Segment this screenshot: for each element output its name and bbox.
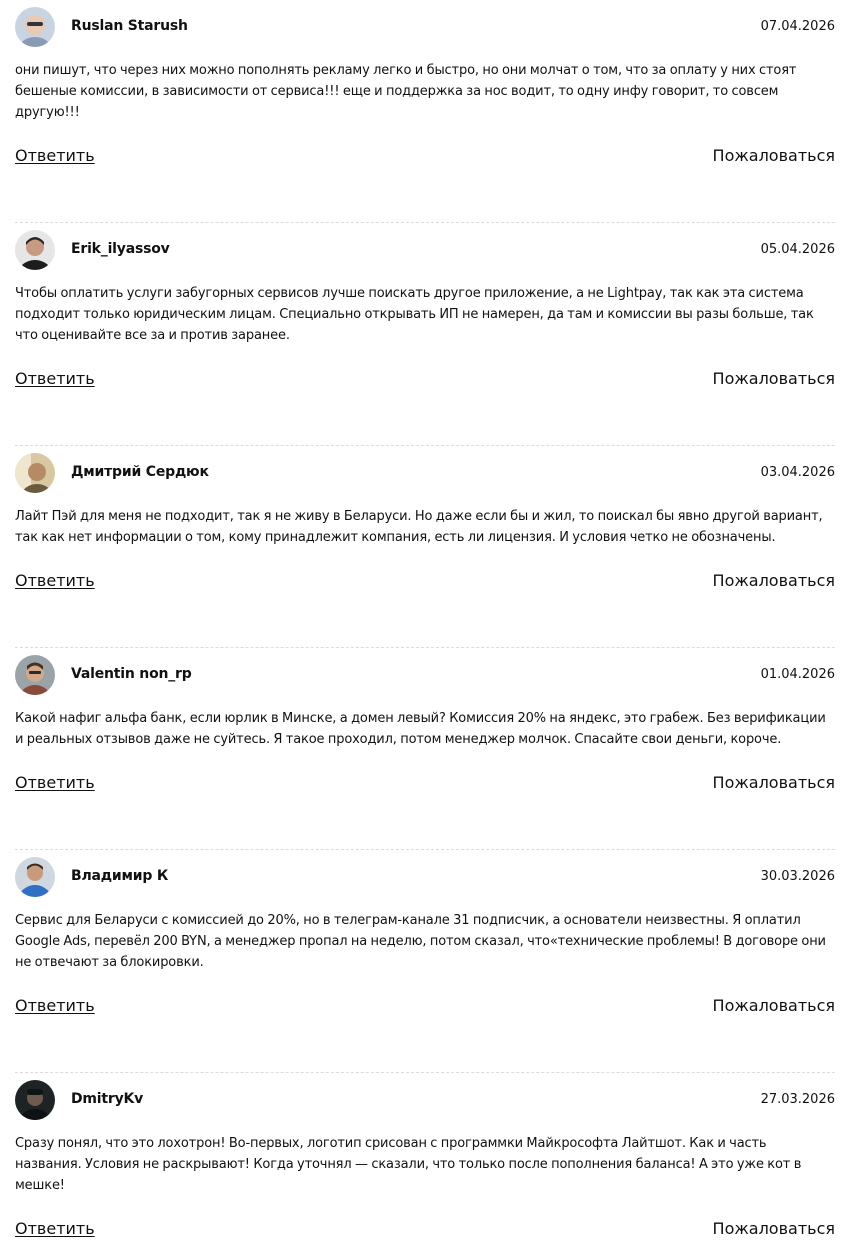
comment-date: 07.04.2026 xyxy=(760,19,835,34)
comment-actions: Ответить Пожаловаться xyxy=(15,1196,835,1258)
comment-actions: Ответить Пожаловаться xyxy=(15,123,835,185)
comment-date: 05.04.2026 xyxy=(760,242,835,257)
avatar[interactable] xyxy=(15,1080,55,1120)
avatar-photo-icon xyxy=(15,1080,55,1120)
comment-header: DmitryKv 27.03.2026 xyxy=(15,1073,835,1130)
complain-link[interactable]: Пожаловаться xyxy=(713,1219,835,1238)
comment-header: Valentin non_rp 01.04.2026 xyxy=(15,648,835,705)
avatar[interactable] xyxy=(15,7,55,47)
avatar-photo-icon xyxy=(15,857,55,897)
comment-item: Valentin non_rp 01.04.2026 Какой нафиг а… xyxy=(15,648,835,850)
comment-header: Erik_ilyassov 05.04.2026 xyxy=(15,223,835,280)
comment-spacer xyxy=(15,610,835,647)
comment-header: Дмитрий Сердюк 03.04.2026 xyxy=(15,446,835,503)
comment-author[interactable]: Дмитрий Сердюк xyxy=(71,464,209,480)
comment-actions: Ответить Пожаловаться xyxy=(15,346,835,408)
avatar-photo-icon xyxy=(15,230,55,270)
comment-text: Какой нафиг альфа банк, если юрлик в Мин… xyxy=(15,711,826,747)
comment-spacer xyxy=(15,408,835,445)
comment-date: 01.04.2026 xyxy=(760,667,835,682)
reply-link[interactable]: Ответить xyxy=(15,146,95,165)
comment-author[interactable]: Valentin non_rp xyxy=(71,666,192,682)
complain-link[interactable]: Пожаловаться xyxy=(713,773,835,792)
comment-header: Владимир К 30.03.2026 xyxy=(15,850,835,907)
comment-author[interactable]: Erik_ilyassov xyxy=(71,241,170,257)
avatar[interactable] xyxy=(15,453,55,493)
comment-spacer xyxy=(15,185,835,222)
comment-actions: Ответить Пожаловаться xyxy=(15,973,835,1035)
reply-link[interactable]: Ответить xyxy=(15,1219,95,1238)
comment-item: Владимир К 30.03.2026 Сервис для Беларус… xyxy=(15,850,835,1073)
comment-text: они пишут, что через них можно пополнять… xyxy=(15,63,797,120)
comment-header: Ruslan Starush 07.04.2026 xyxy=(15,0,835,57)
comment-item: Дмитрий Сердюк 03.04.2026 Лайт Пэй для м… xyxy=(15,446,835,648)
avatar-photo-icon xyxy=(15,453,55,493)
comment-spacer xyxy=(15,1035,835,1072)
reply-link[interactable]: Ответить xyxy=(15,996,95,1015)
reply-link[interactable]: Ответить xyxy=(15,773,95,792)
comment-text: Сразу понял, что это лохотрон! Во-первых… xyxy=(15,1136,802,1193)
comment-date: 27.03.2026 xyxy=(760,1092,835,1107)
avatar-photo-icon xyxy=(15,7,55,47)
complain-link[interactable]: Пожаловаться xyxy=(713,146,835,165)
comment-date: 30.03.2026 xyxy=(760,869,835,884)
reply-link[interactable]: Ответить xyxy=(15,571,95,590)
complain-link[interactable]: Пожаловаться xyxy=(713,369,835,388)
comments-list: Ruslan Starush 07.04.2026 они пишут, что… xyxy=(15,0,835,1258)
comment-author[interactable]: DmitryKv xyxy=(71,1091,143,1107)
comment-text: Сервис для Беларуси с комиссией до 20%, … xyxy=(15,913,826,970)
comment-author[interactable]: Владимир К xyxy=(71,868,168,884)
comment-actions: Ответить Пожаловаться xyxy=(15,750,835,812)
comment-spacer xyxy=(15,812,835,849)
comment-item: Erik_ilyassov 05.04.2026 Чтобы оплатить … xyxy=(15,223,835,446)
avatar[interactable] xyxy=(15,655,55,695)
comment-item: DmitryKv 27.03.2026 Сразу понял, что это… xyxy=(15,1073,835,1258)
comment-actions: Ответить Пожаловаться xyxy=(15,548,835,610)
comment-text: Лайт Пэй для меня не подходит, так я не … xyxy=(15,509,823,545)
complain-link[interactable]: Пожаловаться xyxy=(713,571,835,590)
comment-item: Ruslan Starush 07.04.2026 они пишут, что… xyxy=(15,0,835,223)
avatar[interactable] xyxy=(15,230,55,270)
complain-link[interactable]: Пожаловаться xyxy=(713,996,835,1015)
comment-text: Чтобы оплатить услуги забугорных сервисо… xyxy=(15,286,814,343)
avatar-photo-icon xyxy=(15,655,55,695)
comment-author[interactable]: Ruslan Starush xyxy=(71,18,188,34)
avatar[interactable] xyxy=(15,857,55,897)
reply-link[interactable]: Ответить xyxy=(15,369,95,388)
comment-date: 03.04.2026 xyxy=(760,465,835,480)
